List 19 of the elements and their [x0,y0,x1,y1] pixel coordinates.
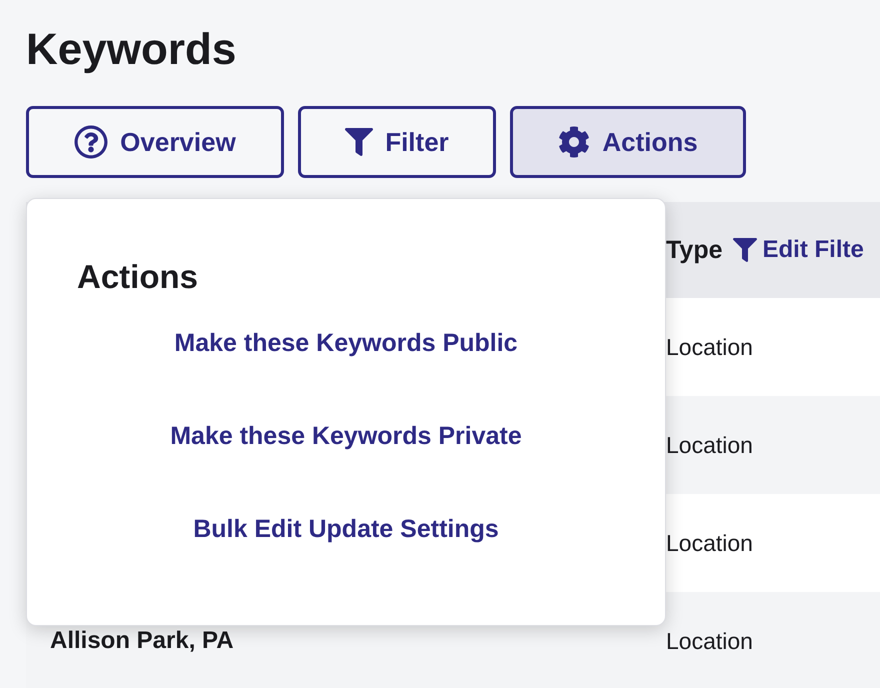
overview-button[interactable]: Overview [26,106,284,178]
type-cell-text: Location [665,432,754,458]
type-cell-text: Location [665,334,754,360]
keyword-cell-text: Allison Park, PA [49,627,235,655]
type-cell-text: Location [665,530,754,556]
actions-button[interactable]: Actions [510,106,746,178]
funnel-icon [732,238,756,262]
type-cell-text: Location [665,628,754,654]
page-title: Keywords [26,24,238,76]
popup-title: Actions [77,257,200,297]
column-header: Type [666,236,722,264]
action-link[interactable]: Make these Keywords Public [174,327,518,359]
funnel-icon [345,128,374,156]
help-icon [74,125,108,159]
filter-button[interactable]: Filter [298,106,496,178]
action-link[interactable]: Bulk Edit Update Settings [193,513,499,545]
gear-icon [558,126,590,158]
action-link[interactable]: Make these Keywords Private [170,420,522,452]
edit-filter-link[interactable]: Edit Filte [732,236,864,264]
